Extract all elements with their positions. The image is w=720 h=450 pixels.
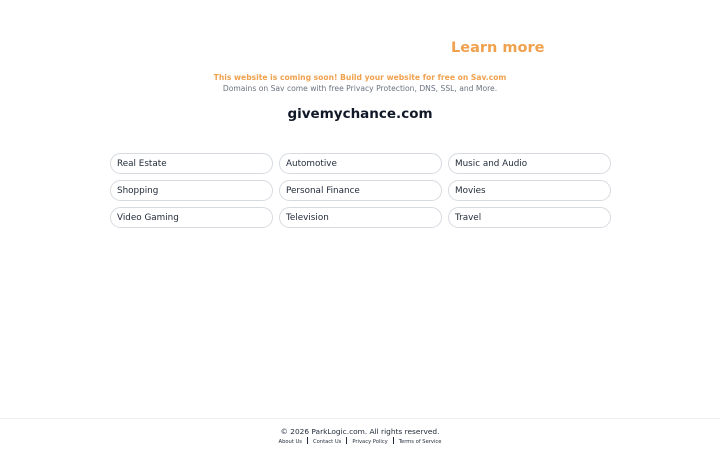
domain-name: givemychance.com [287, 106, 433, 122]
category-link-personal-finance[interactable]: Personal Finance [279, 180, 442, 201]
footer: © 2026 ParkLogic.com. All rights reserve… [0, 418, 720, 450]
footer-divider [392, 437, 394, 444]
learn-more-link[interactable]: Learn more [451, 40, 544, 56]
footer-link-terms-of-service[interactable]: Terms of Service [399, 439, 442, 445]
category-link-video-gaming[interactable]: Video Gaming [110, 207, 273, 228]
category-grid: Real Estate Automotive Music and Audio S… [110, 153, 611, 228]
footer-links: About Us Contact Us Privacy Policy Terms of… [0, 437, 720, 445]
footer-divider [346, 437, 348, 444]
copyright-text: © 2026 ParkLogic.com. All rights reserve… [280, 427, 440, 436]
promo-subtext: Domains on Sav come with free Privacy Pr… [222, 84, 498, 93]
category-link-real-estate[interactable]: Real Estate [110, 153, 273, 174]
category-link-travel[interactable]: Travel [448, 207, 611, 228]
footer-link-contact-us[interactable]: Contact Us [313, 439, 341, 445]
promo-headline: This website is coming soon! Build your … [213, 73, 507, 82]
category-link-shopping[interactable]: Shopping [110, 180, 273, 201]
parked-domain-page: Learn more This website is coming soon! … [0, 0, 720, 450]
footer-link-about-us[interactable]: About Us [279, 439, 303, 445]
footer-link-privacy-policy[interactable]: Privacy Policy [352, 439, 387, 445]
category-link-music-and-audio[interactable]: Music and Audio [448, 153, 611, 174]
category-link-automotive[interactable]: Automotive [279, 153, 442, 174]
category-link-movies[interactable]: Movies [448, 180, 611, 201]
category-link-television[interactable]: Television [279, 207, 442, 228]
footer-divider [307, 437, 309, 444]
